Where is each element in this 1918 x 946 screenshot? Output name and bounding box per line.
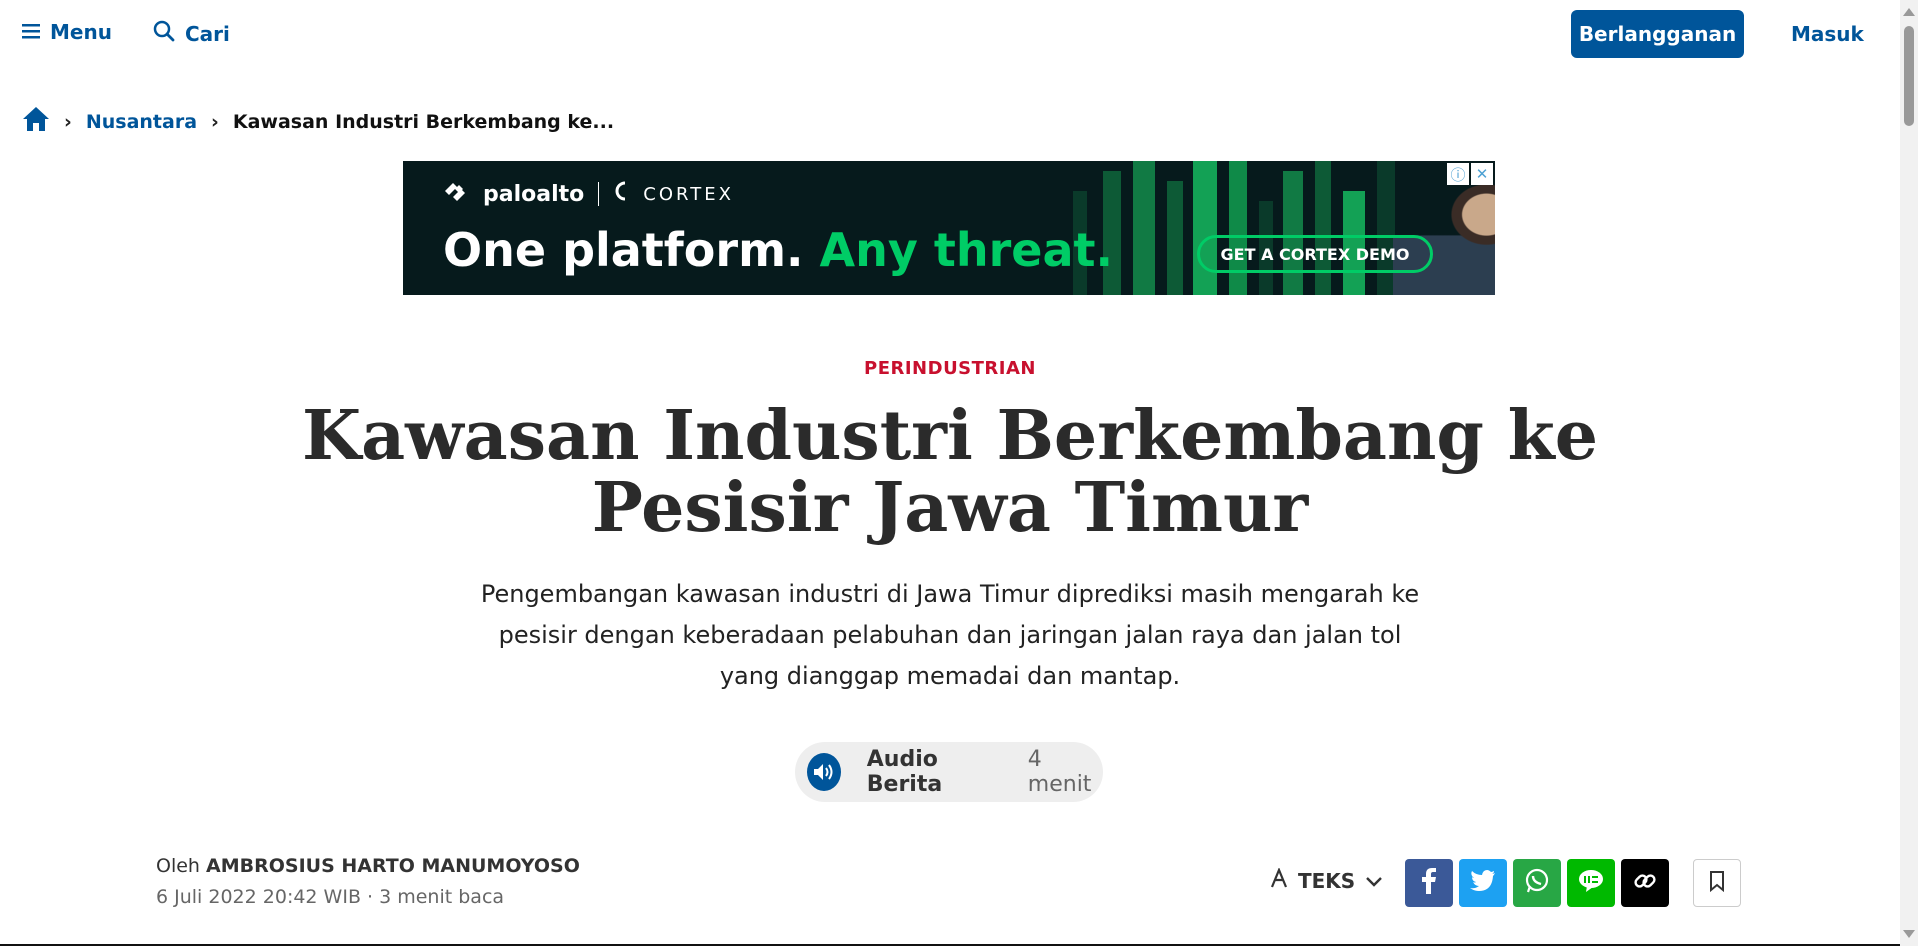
author-name[interactable]: AMBROSIUS HARTO MANUMOYOSO	[206, 855, 580, 877]
scroll-down-arrow-icon[interactable]	[1903, 930, 1915, 938]
article-category[interactable]: PERINDUSTRIAN	[0, 358, 1900, 379]
article-lead: Pengembangan kawasan industri di Jawa Ti…	[480, 580, 1420, 690]
search-label: Cari	[185, 21, 230, 46]
twitter-icon	[1470, 870, 1496, 896]
home-icon[interactable]	[22, 106, 50, 137]
ad-brand-logo: paloalto CORTEX	[443, 181, 734, 207]
copy-link-button[interactable]	[1621, 859, 1669, 907]
paloalto-logo-icon	[443, 181, 469, 207]
text-size-label: TEKS	[1298, 868, 1356, 893]
share-whatsapp-button[interactable]	[1513, 859, 1561, 907]
search-button[interactable]: Cari	[153, 20, 230, 47]
ad-info-icon[interactable]: ⓘ	[1447, 163, 1469, 185]
article-title: Kawasan Industri Berkembang ke Pesisir J…	[301, 396, 1599, 548]
breadcrumb-current: Kawasan Industri Berkembang ke...	[232, 110, 615, 133]
ad-cta-button[interactable]: GET A CORTEX DEMO	[1197, 235, 1433, 273]
share-twitter-button[interactable]	[1459, 859, 1507, 907]
ad-background-graphic	[1073, 161, 1395, 295]
font-size-icon	[1270, 867, 1288, 893]
breadcrumb-section-link[interactable]: Nusantara	[86, 111, 197, 133]
breadcrumb-separator: ›	[64, 110, 72, 133]
audio-news-button[interactable]: Audio Berita 4 menit	[795, 742, 1103, 802]
byline-prefix: Oleh	[156, 855, 200, 877]
ad-controls: ⓘ ✕	[1447, 163, 1493, 185]
ad-headline-part2: Any threat.	[819, 223, 1113, 277]
speaker-icon	[807, 753, 841, 791]
ad-close-icon[interactable]: ✕	[1471, 163, 1493, 185]
share-line-button[interactable]	[1567, 859, 1615, 907]
ad-product-name: CORTEX	[643, 183, 734, 205]
login-link[interactable]: Masuk	[1791, 22, 1864, 46]
cortex-logo-icon	[613, 181, 629, 207]
line-icon	[1577, 868, 1605, 898]
search-icon	[153, 20, 175, 47]
menu-button[interactable]: Menu	[22, 20, 112, 44]
scrollbar-thumb[interactable]	[1904, 26, 1914, 126]
audio-duration: 4 menit	[1027, 747, 1092, 797]
ad-headline-part1: One platform.	[443, 223, 804, 277]
scroll-up-arrow-icon[interactable]	[1903, 8, 1915, 16]
audio-label: Audio Berita	[866, 747, 943, 797]
link-icon	[1632, 868, 1658, 898]
facebook-icon	[1422, 868, 1436, 898]
text-size-dropdown[interactable]: TEKS	[1270, 867, 1383, 893]
menu-label: Menu	[50, 20, 112, 44]
bookmark-button[interactable]	[1693, 859, 1741, 907]
subscribe-button[interactable]: Berlangganan	[1571, 10, 1744, 58]
hamburger-icon	[22, 20, 40, 44]
byline: Oleh AMBROSIUS HARTO MANUMOYOSO	[156, 855, 580, 877]
bookmark-icon	[1709, 870, 1725, 896]
breadcrumb: › Nusantara › Kawasan Industri Berkemban…	[22, 106, 614, 137]
chevron-down-icon	[1365, 869, 1383, 893]
whatsapp-icon	[1524, 868, 1550, 898]
share-facebook-button[interactable]	[1405, 859, 1453, 907]
top-navigation: Menu Cari Berlangganan Masuk	[0, 0, 1900, 70]
vertical-scrollbar[interactable]	[1900, 0, 1918, 946]
ad-brand-name: paloalto	[483, 181, 585, 207]
ad-logo-divider	[598, 182, 600, 206]
publish-date: 6 Juli 2022 20:42 WIB · 3 menit baca	[156, 886, 505, 908]
breadcrumb-separator: ›	[211, 110, 219, 133]
ad-headline: One platform. Any threat.	[443, 223, 1113, 277]
advertisement-banner[interactable]: paloalto CORTEX One platform. Any threat…	[403, 161, 1495, 295]
